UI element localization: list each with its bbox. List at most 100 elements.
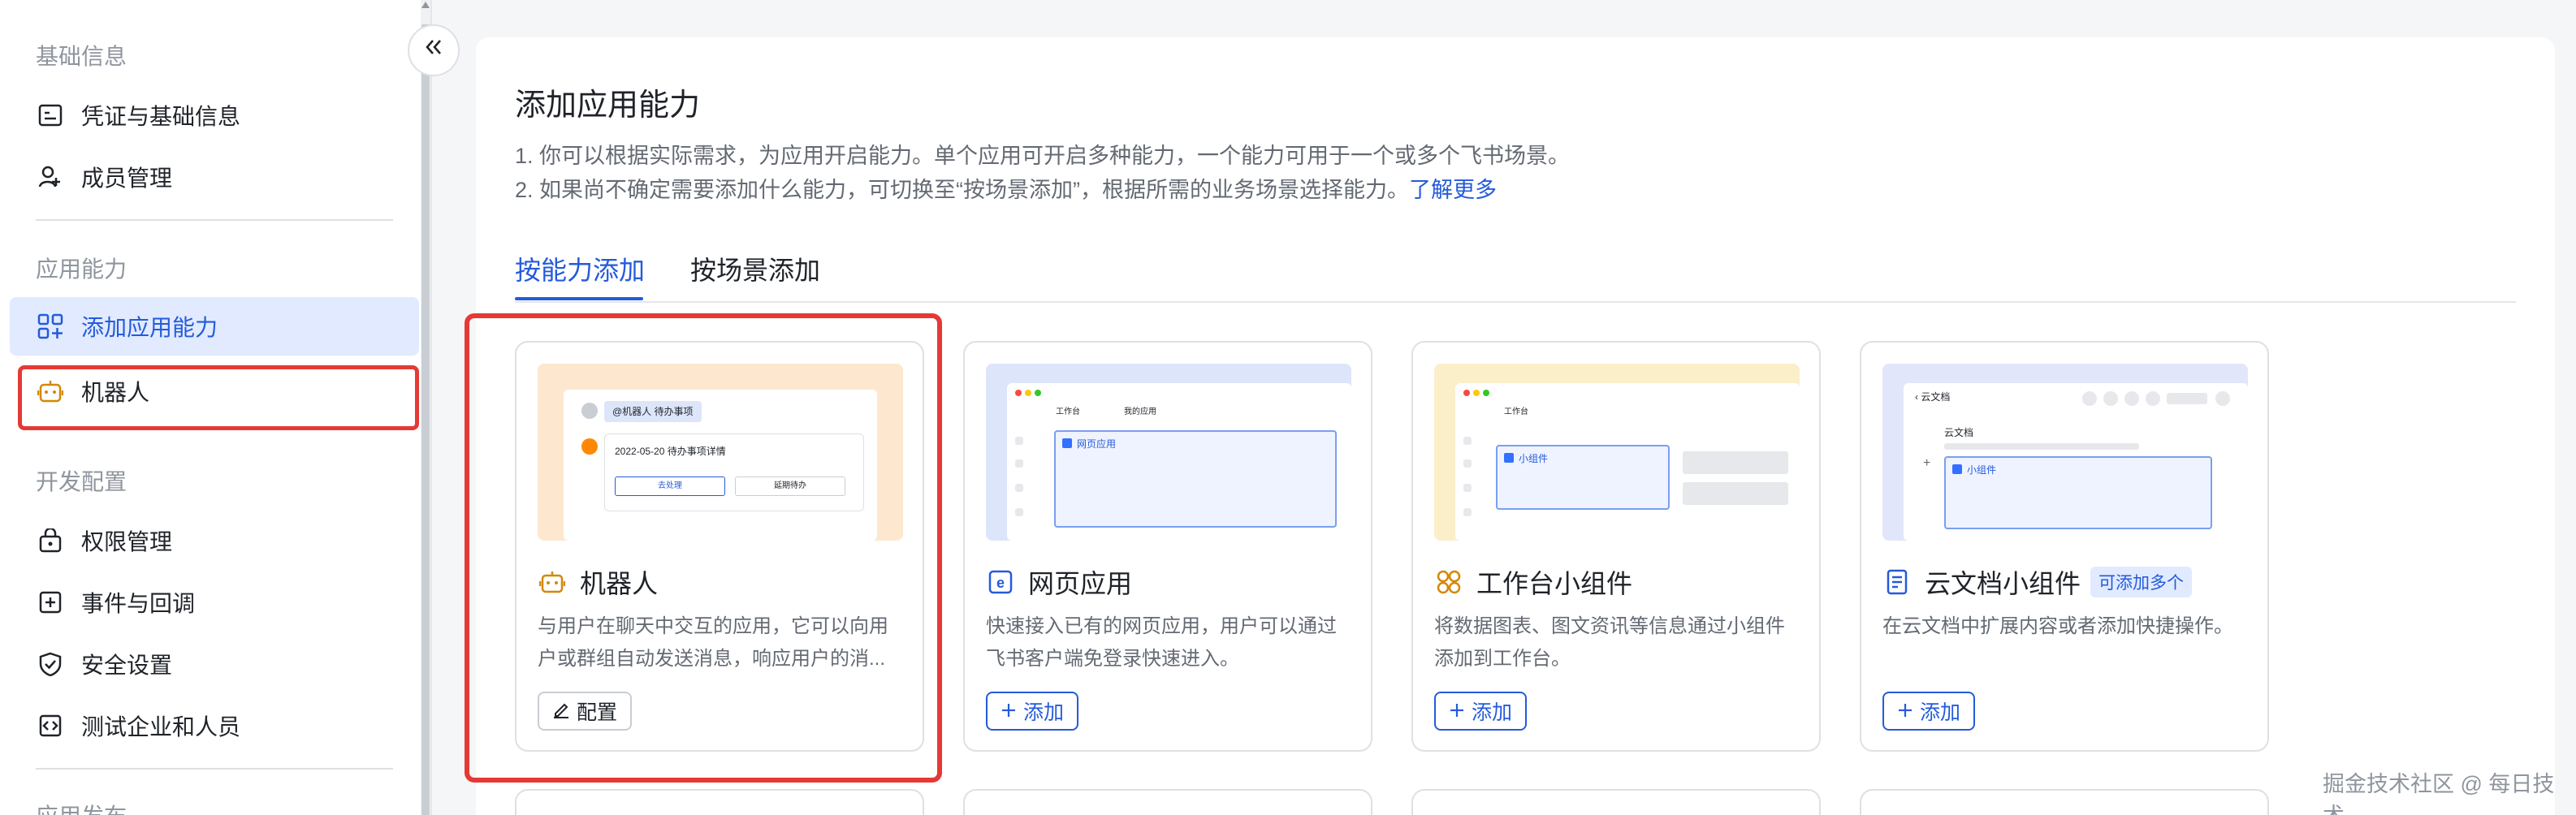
preview-side-icon <box>1463 437 1472 445</box>
preview-side-icon <box>1015 437 1023 445</box>
sidebar-item-label: 安全设置 <box>81 653 173 678</box>
card-preview-doc-widget: ‹ 云文档 云文档 + 小组件 <box>1882 364 2248 541</box>
sidebar-divider <box>36 219 393 221</box>
card-preview-web-app: 工作台 我的应用 网页应用 <box>986 364 1351 541</box>
plus-icon <box>1001 699 1017 724</box>
preview-window-dot <box>1015 390 1022 396</box>
widget-icon <box>1434 567 1463 597</box>
learn-more-link[interactable]: 了解更多 <box>1409 178 1497 202</box>
preview-plus-icon: + <box>1923 456 1931 470</box>
sidebar-item-members[interactable]: 成员管理 <box>10 148 419 206</box>
preview-text-line <box>1944 443 2139 450</box>
svg-text:e: e <box>996 575 1005 591</box>
app-root: 基础信息 凭证与基础信息 成员管理 应用能力 添加应用能力 机器人 开发配置 权… <box>0 0 2576 815</box>
card-title: 云文档小组件 <box>1925 569 2081 598</box>
event-icon <box>36 588 65 617</box>
preview-window-dot <box>1483 390 1489 396</box>
description-line-2: 2. 如果尚不确定需要添加什么能力，可切换至“按场景添加”，根据所需的业务场景选… <box>515 172 1497 204</box>
preview-side-icon <box>1463 459 1472 468</box>
card-description: 快速接入已有的网页应用，用户可以通过飞书客户端免登录快速进入。 <box>986 615 1337 670</box>
capability-card-doc-widget[interactable]: ‹ 云文档 云文档 + 小组件 云文档小组件 可添加多个 在云文档中扩展内容或者… <box>1860 341 2269 752</box>
card-title: 工作台小组件 <box>1476 569 1633 598</box>
preview-toolbar-bar <box>2167 393 2207 404</box>
preview-side-icon <box>1463 484 1472 492</box>
sidebar-item-credentials[interactable]: 凭证与基础信息 <box>10 86 419 144</box>
preview-window-dot <box>1463 390 1470 396</box>
capability-card-workbench-widget[interactable]: 工作台 小组件 工作台小组件 将数据图表、图文资讯等信息通过小组件添加到工作台。… <box>1411 341 1821 752</box>
description-text: 2. 如果尚不确定需要添加什么能力，可切换至“按场景添加”，根据所需的业务场景选… <box>515 178 1409 202</box>
card-description: 在云文档中扩展内容或者添加快捷操作。 <box>1882 615 2233 637</box>
sidebar-item-events[interactable]: 事件与回调 <box>10 573 419 632</box>
capability-card-next-row[interactable] <box>963 789 1372 815</box>
capability-card-web-app[interactable]: 工作台 我的应用 网页应用 e 网页应用 快速接入已有的网页应用，用户可以通过飞… <box>963 341 1372 752</box>
preview-toolbar-dot <box>2124 391 2139 406</box>
sidebar-item-label: 权限管理 <box>81 529 173 554</box>
sidebar-scrollbar[interactable] <box>421 0 430 815</box>
preview-doc-header: ‹ 云文档 <box>1915 391 1951 403</box>
page-title: 添加应用能力 <box>515 88 701 123</box>
highlight-box-robot-card <box>465 313 942 783</box>
plus-icon <box>1449 699 1465 724</box>
button-label: 添加 <box>1920 701 1961 724</box>
sidebar-item-add-capability[interactable]: 添加应用能力 <box>10 297 419 356</box>
collapse-sidebar-button[interactable] <box>408 24 460 76</box>
description-line-1: 1. 你可以根据实际需求，为应用开启能力。单个应用可开启多种能力，一个能力可用于… <box>515 144 1571 168</box>
section-title-capability: 应用能力 <box>36 257 128 282</box>
preview-toolbar-dot <box>2082 391 2097 406</box>
watermark: 掘金技术社区 @ 每日技术 <box>2323 772 2555 815</box>
preview-toolbar-dot <box>2215 391 2230 406</box>
doc-icon <box>1882 567 1912 597</box>
sidebar-item-label: 添加应用能力 <box>81 315 218 340</box>
sidebar-border <box>430 0 432 815</box>
add-button[interactable]: 添加 <box>986 692 1079 731</box>
preview-side-icon <box>1015 508 1023 516</box>
multi-add-badge: 可添加多个 <box>2090 567 2193 597</box>
scroll-up-arrow-icon[interactable] <box>421 2 430 8</box>
capability-card-next-row[interactable] <box>1411 789 1821 815</box>
credential-icon <box>36 101 65 130</box>
double-chevron-left-icon <box>422 36 445 65</box>
highlight-box-robot <box>18 365 419 430</box>
sidebar-item-label: 测试企业和人员 <box>81 714 241 740</box>
preview-square <box>1062 438 1072 448</box>
section-title-publish: 应用发布 <box>36 799 127 815</box>
lock-icon <box>36 526 65 555</box>
card-preview-workbench-widget: 工作台 小组件 <box>1434 364 1800 541</box>
scrollbar-thumb[interactable] <box>421 24 430 815</box>
member-add-icon <box>36 162 65 192</box>
sidebar-item-label: 成员管理 <box>81 166 173 191</box>
section-title-dev-config: 开发配置 <box>36 469 128 494</box>
preview-doc-widget-label: 小组件 <box>1967 464 1997 476</box>
tab-divider <box>515 301 2516 303</box>
sidebar-item-security[interactable]: 安全设置 <box>10 635 419 693</box>
sidebar-item-label: 凭证与基础信息 <box>81 104 241 129</box>
add-button[interactable]: 添加 <box>1434 692 1528 731</box>
preview-window-dot <box>1025 390 1031 396</box>
web-e-icon: e <box>986 567 1015 597</box>
add-button[interactable]: 添加 <box>1882 692 1976 731</box>
preview-placeholder-bar <box>1683 482 1788 505</box>
preview-web-app-label: 网页应用 <box>1077 438 1117 450</box>
capability-card-next-row[interactable] <box>515 789 924 815</box>
sidebar-item-permissions[interactable]: 权限管理 <box>10 511 419 570</box>
preview-tab-my-apps: 我的应用 <box>1124 408 1156 416</box>
preview-doc-header-text: 云文档 <box>1921 391 1951 403</box>
shield-icon <box>36 649 65 679</box>
sidebar-divider <box>36 768 393 770</box>
button-label: 添加 <box>1023 701 1065 724</box>
capability-card-next-row[interactable] <box>1860 789 2269 815</box>
preview-square <box>1504 453 1514 463</box>
preview-tab-workbench: 工作台 <box>1056 408 1080 416</box>
sidebar-item-test-tenant[interactable]: 测试企业和人员 <box>10 696 419 755</box>
preview-tab-workbench: 工作台 <box>1504 408 1528 416</box>
preview-toolbar-dot <box>2146 391 2160 406</box>
tab-by-capability[interactable]: 按能力添加 <box>515 250 645 287</box>
button-label: 添加 <box>1472 701 1513 724</box>
tab-by-scenario[interactable]: 按场景添加 <box>690 250 820 287</box>
grid-add-icon <box>36 312 65 341</box>
preview-widget-label: 小组件 <box>1519 453 1549 464</box>
preview-doc-widget-frame: 小组件 <box>1944 456 2212 529</box>
preview-window-dot <box>1035 390 1041 396</box>
preview-window-dot <box>1473 390 1480 396</box>
plus-icon <box>1897 699 1913 724</box>
